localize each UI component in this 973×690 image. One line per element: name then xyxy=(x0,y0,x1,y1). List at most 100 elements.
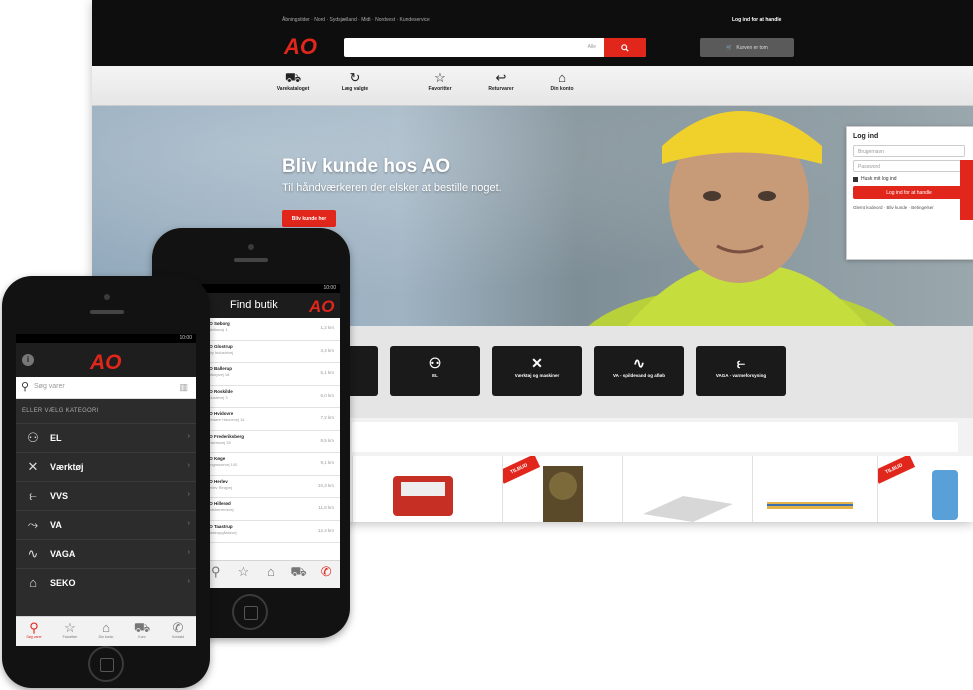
hero-title: Bliv kunde hos AO xyxy=(282,156,451,177)
category-item-seko[interactable]: ⌂ SEKO › xyxy=(16,568,196,597)
remember-checkbox[interactable]: Husk mit log ind xyxy=(853,176,969,182)
tab-cart[interactable]: ⛟ Kurv xyxy=(124,617,160,646)
refresh-icon: ↻ xyxy=(349,70,361,85)
utility-links[interactable]: Åbningstider · Nord · Sydsjælland · Midt… xyxy=(282,17,430,23)
house-icon: ⌂ xyxy=(29,575,37,590)
store-row[interactable]: AO Hillerød Slotsherrensvej 11,8 km xyxy=(202,498,340,521)
cart-label: Kurven er tom xyxy=(736,44,768,51)
login-title: Log ind xyxy=(853,133,879,140)
store-list: AO Søborg Fabriksvej 1 1,2 km AO Glostrup E… xyxy=(202,318,340,543)
product-card[interactable] xyxy=(352,456,502,522)
category-tile-vaga[interactable]: ⥼ VAGA - varmeforsyning xyxy=(696,346,786,396)
tab-search[interactable]: ⚲ Søg varer xyxy=(16,617,52,646)
search-button[interactable] xyxy=(604,38,646,57)
store-row[interactable]: AO Roskilde Industrivej 3 6,0 km xyxy=(202,386,340,408)
search-input[interactable]: Alle xyxy=(344,38,646,57)
find-store-header: Find butik AO xyxy=(202,293,340,318)
nav-varekatalog[interactable]: ⛟ Varekataloget xyxy=(267,70,319,92)
store-row[interactable]: AO Herlev Herlev Ringvej 10,3 km xyxy=(202,476,340,498)
star-icon: ☆ xyxy=(434,70,446,85)
cart-icon: ⛟ xyxy=(290,564,307,579)
category-item-vaga[interactable]: ∿ VAGA › xyxy=(16,539,196,568)
tab-contact[interactable]: ✆ xyxy=(312,561,340,588)
wave-icon: ∿ xyxy=(27,546,39,561)
svg-text:AO: AO xyxy=(283,34,317,57)
search-icon: ⚲ xyxy=(21,381,30,393)
tab-favorites[interactable]: ☆ Favoritter xyxy=(52,617,88,646)
search-scope-select[interactable]: Alle xyxy=(588,44,596,50)
nav-laeg-valgte[interactable]: ↻ Læg valgte xyxy=(329,70,381,92)
nav-returvarer[interactable]: ↩ Returvarer xyxy=(475,70,527,92)
store-row[interactable]: AO Køge Tangmosevej 100 9,1 km xyxy=(202,453,340,476)
plug-icon: ⚇ xyxy=(428,355,442,371)
home-button[interactable] xyxy=(88,646,124,682)
faucet-icon: ⥼ xyxy=(29,488,37,503)
cart-icon: 🛒 xyxy=(726,44,733,51)
product-card[interactable] xyxy=(752,456,877,522)
store-row[interactable]: AO Glostrup Ejby Industrivej 3,4 km xyxy=(202,341,340,363)
ao-logo[interactable]: AO xyxy=(282,33,328,57)
info-icon[interactable]: i xyxy=(22,354,34,366)
chevron-right-icon: › xyxy=(187,520,190,527)
return-icon: ↩ xyxy=(495,70,507,85)
product-card[interactable] xyxy=(622,456,752,522)
tab-contact[interactable]: ✆ Kontakt xyxy=(160,617,196,646)
tab-account[interactable]: ⌂ Din konto xyxy=(88,617,124,646)
category-tile-el[interactable]: ⚇ EL xyxy=(390,346,480,396)
chevron-right-icon: › xyxy=(187,462,190,469)
product-image xyxy=(767,502,853,509)
star-icon: ☆ xyxy=(237,564,250,579)
product-card[interactable]: TILBUD xyxy=(877,456,973,522)
category-item-vaerktoej[interactable]: ✕ Værktøj › xyxy=(16,452,196,481)
tab-cart[interactable]: ⛟ xyxy=(285,561,313,588)
search-icon xyxy=(621,43,629,52)
login-links[interactable]: Glemt kodeord · Bliv kunde · Betingelser xyxy=(853,205,969,210)
login-link[interactable]: Log ind for at handle xyxy=(732,17,781,23)
nav-favoritter[interactable]: ☆ Favoritter xyxy=(414,70,466,92)
become-customer-button[interactable]: Bliv kunde her xyxy=(282,210,336,227)
user-icon: ⌂ xyxy=(267,564,275,579)
tab-account[interactable]: ⌂ xyxy=(257,561,285,588)
cart-icon: ⛟ xyxy=(133,620,151,635)
category-tile-va[interactable]: ∿ VA - spildevand og afløb xyxy=(594,346,684,396)
tab-bar: ⚲ Søg varer ☆ Favoritter ⌂ Din konto ⛟ Kurv … xyxy=(16,616,196,646)
category-item-el[interactable]: ⚇ EL › xyxy=(16,423,196,452)
status-bar: 10:00 xyxy=(16,334,196,343)
store-row[interactable]: AO Søborg Fabriksvej 1 1,2 km xyxy=(202,318,340,341)
store-row[interactable]: AO Frederiksberg Finsensvej 28 8,5 km xyxy=(202,431,340,453)
chevron-right-icon: › xyxy=(187,491,190,498)
svg-text:AO: AO xyxy=(89,351,122,372)
category-item-va[interactable]: ⤳ VA › xyxy=(16,510,196,539)
password-field[interactable]: Password xyxy=(853,160,965,172)
phone-icon: ✆ xyxy=(320,564,332,579)
store-row[interactable]: AO Ballerup Baltorpvej 18 5,1 km xyxy=(202,363,340,386)
store-row[interactable]: AO Taastrup Taastrupgårdsvej 12,4 km xyxy=(202,521,340,543)
search-input[interactable]: ⚲ Søg varer ▥ xyxy=(16,377,196,399)
catalog-header: i AO xyxy=(16,343,196,377)
cart-button[interactable]: 🛒 Kurven er tom xyxy=(700,38,794,57)
pipe-icon: ∿ xyxy=(633,355,645,371)
login-button[interactable]: Log ind for at handle xyxy=(853,186,965,199)
home-button[interactable] xyxy=(232,594,268,630)
category-item-vvs[interactable]: ⥼ VVS › xyxy=(16,481,196,510)
main-nav: ⛟ Varekataloget ↻ Læg valgte ☆ Favoritter ↩… xyxy=(92,66,973,106)
svg-text:AO: AO xyxy=(308,297,335,315)
tab-favorites[interactable]: ☆ xyxy=(230,561,258,588)
cart-icon: ⛟ xyxy=(284,70,302,85)
ao-logo: AO xyxy=(308,297,335,315)
nav-din-konto[interactable]: ⌂ Din konto xyxy=(536,70,588,92)
site-header: Åbningstider · Nord · Sydsjælland · Midt… xyxy=(92,0,973,66)
chevron-right-icon: › xyxy=(187,549,190,556)
store-row[interactable]: AO Hvidovre Avedøre Havnevej 14 7,2 km xyxy=(202,408,340,431)
find-store-screen: 10:00 Find butik AO AO Søborg Fabriksvej … xyxy=(202,284,340,588)
category-tile-vaerktoej[interactable]: ✕ Værktøj og maskiner xyxy=(492,346,582,396)
product-card[interactable]: TILBUD xyxy=(502,456,622,522)
user-icon: ⌂ xyxy=(558,70,566,85)
barcode-icon[interactable]: ▥ xyxy=(179,382,188,393)
feedback-side-tab[interactable] xyxy=(960,160,973,220)
hero-subtitle: Til håndværkeren der elsker at bestille … xyxy=(282,182,502,194)
tools-icon: ✕ xyxy=(27,459,39,474)
username-field[interactable]: Brugernavn xyxy=(853,145,965,157)
plug-icon: ⚇ xyxy=(27,430,39,445)
product-image xyxy=(393,476,453,516)
